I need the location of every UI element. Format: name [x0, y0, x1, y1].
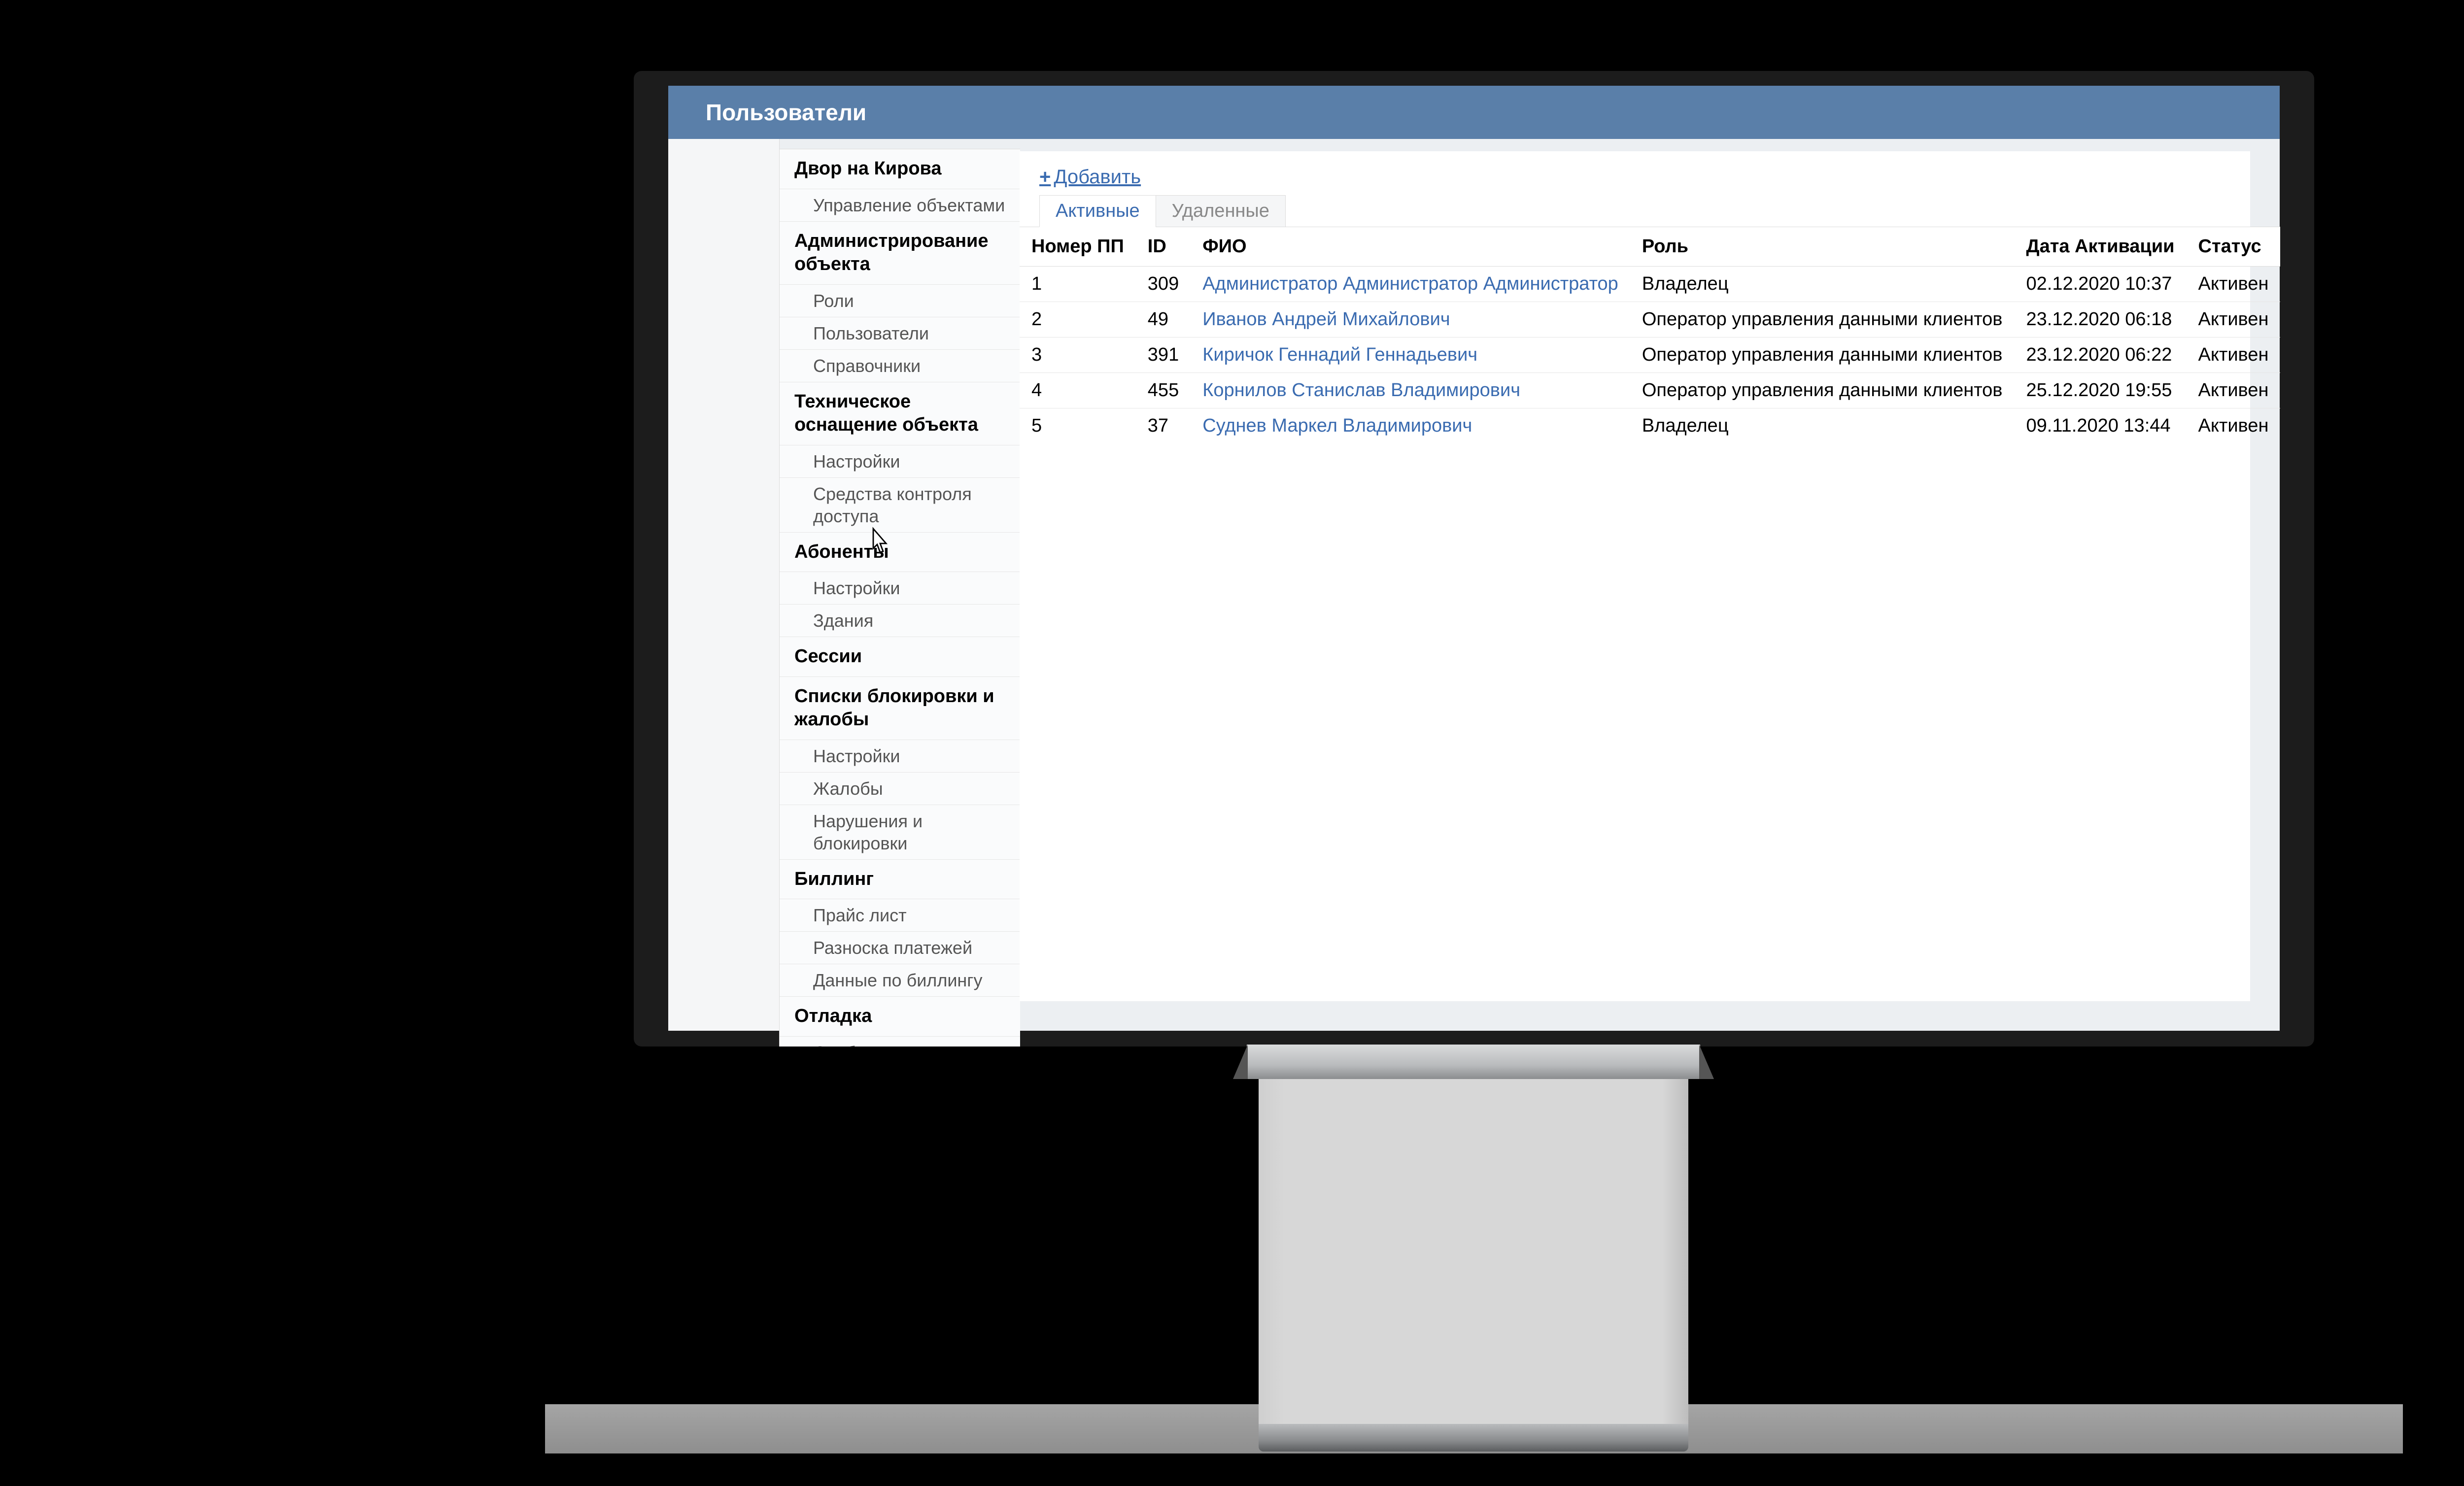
table-cell: Активен [2187, 267, 2281, 302]
table-cell: 4 [1020, 373, 1136, 408]
table-row: 1309 Администратор Администратор Админист… [1020, 267, 2280, 302]
sidebar-group-head: Техническое оснащение объекта [780, 382, 1020, 445]
table-row: 4455 Корнилов Станислав Владимирович Опера… [1020, 373, 2280, 408]
table-cell: Администратор Администратор Администрато… [1191, 267, 1630, 302]
table-cell: 1 [1020, 267, 1136, 302]
sidebar-group-head: Отладка [780, 997, 1020, 1037]
column-header[interactable]: Дата Активации [2015, 227, 2187, 267]
left-gutter [668, 139, 780, 1031]
sidebar-group-head[interactable]: Сессии [780, 637, 1020, 677]
content-panel: + Добавить АктивныеУдаленные Номер ППIDФ… [1020, 151, 2250, 1001]
tab[interactable]: Активные [1039, 195, 1156, 227]
sidebar-item[interactable]: Настройки [780, 572, 1020, 605]
table-cell: 23.12.2020 06:18 [2015, 302, 2187, 338]
table-cell: Владелец [1630, 267, 2015, 302]
table-cell: Киричок Геннадий Геннадьевич [1191, 338, 1630, 373]
table-cell: 23.12.2020 06:22 [2015, 338, 2187, 373]
table-cell: Оператор управления данными клиентов [1630, 373, 2015, 408]
table-cell: 49 [1136, 302, 1191, 338]
tabs: АктивныеУдаленные [1039, 195, 2250, 227]
sidebar-item[interactable]: Данные по биллингу [780, 964, 1020, 997]
column-header[interactable]: ФИО [1191, 227, 1630, 267]
sidebar-item[interactable]: Жалобы [780, 773, 1020, 805]
sidebar-item[interactable]: Прайс лист [780, 899, 1020, 932]
table-cell: 391 [1136, 338, 1191, 373]
sidebar-group-head: Абоненты [780, 533, 1020, 573]
appbar: Пользователи [668, 86, 2280, 139]
table-cell: Суднев Маркел Владимирович [1191, 408, 1630, 444]
sidebar-item[interactable]: Настройки [780, 445, 1020, 478]
sidebar-item[interactable]: Сообщения [780, 1037, 1020, 1047]
monitor-stand-neck [1247, 1045, 1700, 1079]
sidebar-item[interactable]: Разноска платежей [780, 932, 1020, 964]
sidebar-item[interactable]: Роли [780, 285, 1020, 317]
table-cell: 09.11.2020 13:44 [2015, 408, 2187, 444]
monitor-stand-body [1259, 1079, 1688, 1424]
table-cell: Владелец [1630, 408, 2015, 444]
table-cell: Активен [2187, 302, 2281, 338]
table-header-row: Номер ППIDФИОРольДата АктивацииСтатус [1020, 227, 2280, 267]
table-cell: 02.12.2020 10:37 [2015, 267, 2187, 302]
monitor-stand-foot [1259, 1424, 1688, 1452]
user-link[interactable]: Суднев Маркел Владимирович [1202, 415, 1472, 436]
table-cell: 2 [1020, 302, 1136, 338]
column-header[interactable]: Роль [1630, 227, 2015, 267]
sidebar-item[interactable]: Здания [780, 605, 1020, 637]
table-cell: Активен [2187, 338, 2281, 373]
sidebar-item[interactable]: Справочники [780, 350, 1020, 382]
sidebar-group-head: Списки блокировки и жалобы [780, 677, 1020, 740]
sidebar-item[interactable]: Средства контроля доступа [780, 478, 1020, 533]
workspace: Двор на КироваУправление объектамиАдмини… [668, 139, 2280, 1031]
table-cell: 309 [1136, 267, 1191, 302]
add-button[interactable]: + Добавить [1020, 151, 1161, 195]
sidebar-group-head: Двор на Кирова [780, 149, 1020, 189]
add-label: Добавить [1054, 166, 1141, 188]
table-cell: 455 [1136, 373, 1191, 408]
screen: Пользователи Двор на КироваУправление об… [668, 86, 2280, 1031]
table-row: 537 Суднев Маркел Владимирович Владелец09.… [1020, 408, 2280, 444]
table-body: 1309 Администратор Администратор Админист… [1020, 267, 2280, 444]
sidebar-item[interactable]: Управление объектами [780, 189, 1020, 222]
tab[interactable]: Удаленные [1156, 195, 1286, 227]
cursor-pointer-icon [867, 527, 891, 555]
users-table: Номер ППIDФИОРольДата АктивацииСтатус 13… [1020, 227, 2280, 443]
table-cell: Оператор управления данными клиентов [1630, 302, 2015, 338]
table-cell: 37 [1136, 408, 1191, 444]
table-row: 249 Иванов Андрей Михайлович Оператор упра… [1020, 302, 2280, 338]
user-link[interactable]: Корнилов Станислав Владимирович [1202, 380, 1520, 401]
sidebar: Двор на КироваУправление объектамиАдмини… [779, 149, 1020, 1047]
plus-icon: + [1039, 166, 1051, 188]
user-link[interactable]: Киричок Геннадий Геннадьевич [1202, 344, 1477, 365]
viewport: Пользователи Двор на КироваУправление об… [0, 0, 2464, 1486]
sidebar-item[interactable]: Нарушения и блокировки [780, 805, 1020, 860]
table-cell: Активен [2187, 373, 2281, 408]
page-title: Пользователи [706, 100, 866, 125]
sidebar-item[interactable]: Пользователи [780, 317, 1020, 350]
table-row: 3391 Киричок Геннадий Геннадьевич Оператор… [1020, 338, 2280, 373]
monitor-frame: Пользователи Двор на КироваУправление об… [634, 71, 2314, 1047]
table-cell: 5 [1020, 408, 1136, 444]
table-cell: Иванов Андрей Михайлович [1191, 302, 1630, 338]
user-link[interactable]: Администратор Администратор Администрато… [1202, 273, 1618, 294]
sidebar-group-head: Биллинг [780, 860, 1020, 900]
table-cell: 25.12.2020 19:55 [2015, 373, 2187, 408]
table-cell: Оператор управления данными клиентов [1630, 338, 2015, 373]
user-link[interactable]: Иванов Андрей Михайлович [1202, 309, 1450, 330]
column-header[interactable]: ID [1136, 227, 1191, 267]
column-header[interactable]: Статус [2187, 227, 2281, 267]
sidebar-group-head: Администрирование объекта [780, 222, 1020, 285]
sidebar-item[interactable]: Настройки [780, 740, 1020, 773]
table-cell: 3 [1020, 338, 1136, 373]
column-header[interactable]: Номер ПП [1020, 227, 1136, 267]
table-cell: Активен [2187, 408, 2281, 444]
table-cell: Корнилов Станислав Владимирович [1191, 373, 1630, 408]
